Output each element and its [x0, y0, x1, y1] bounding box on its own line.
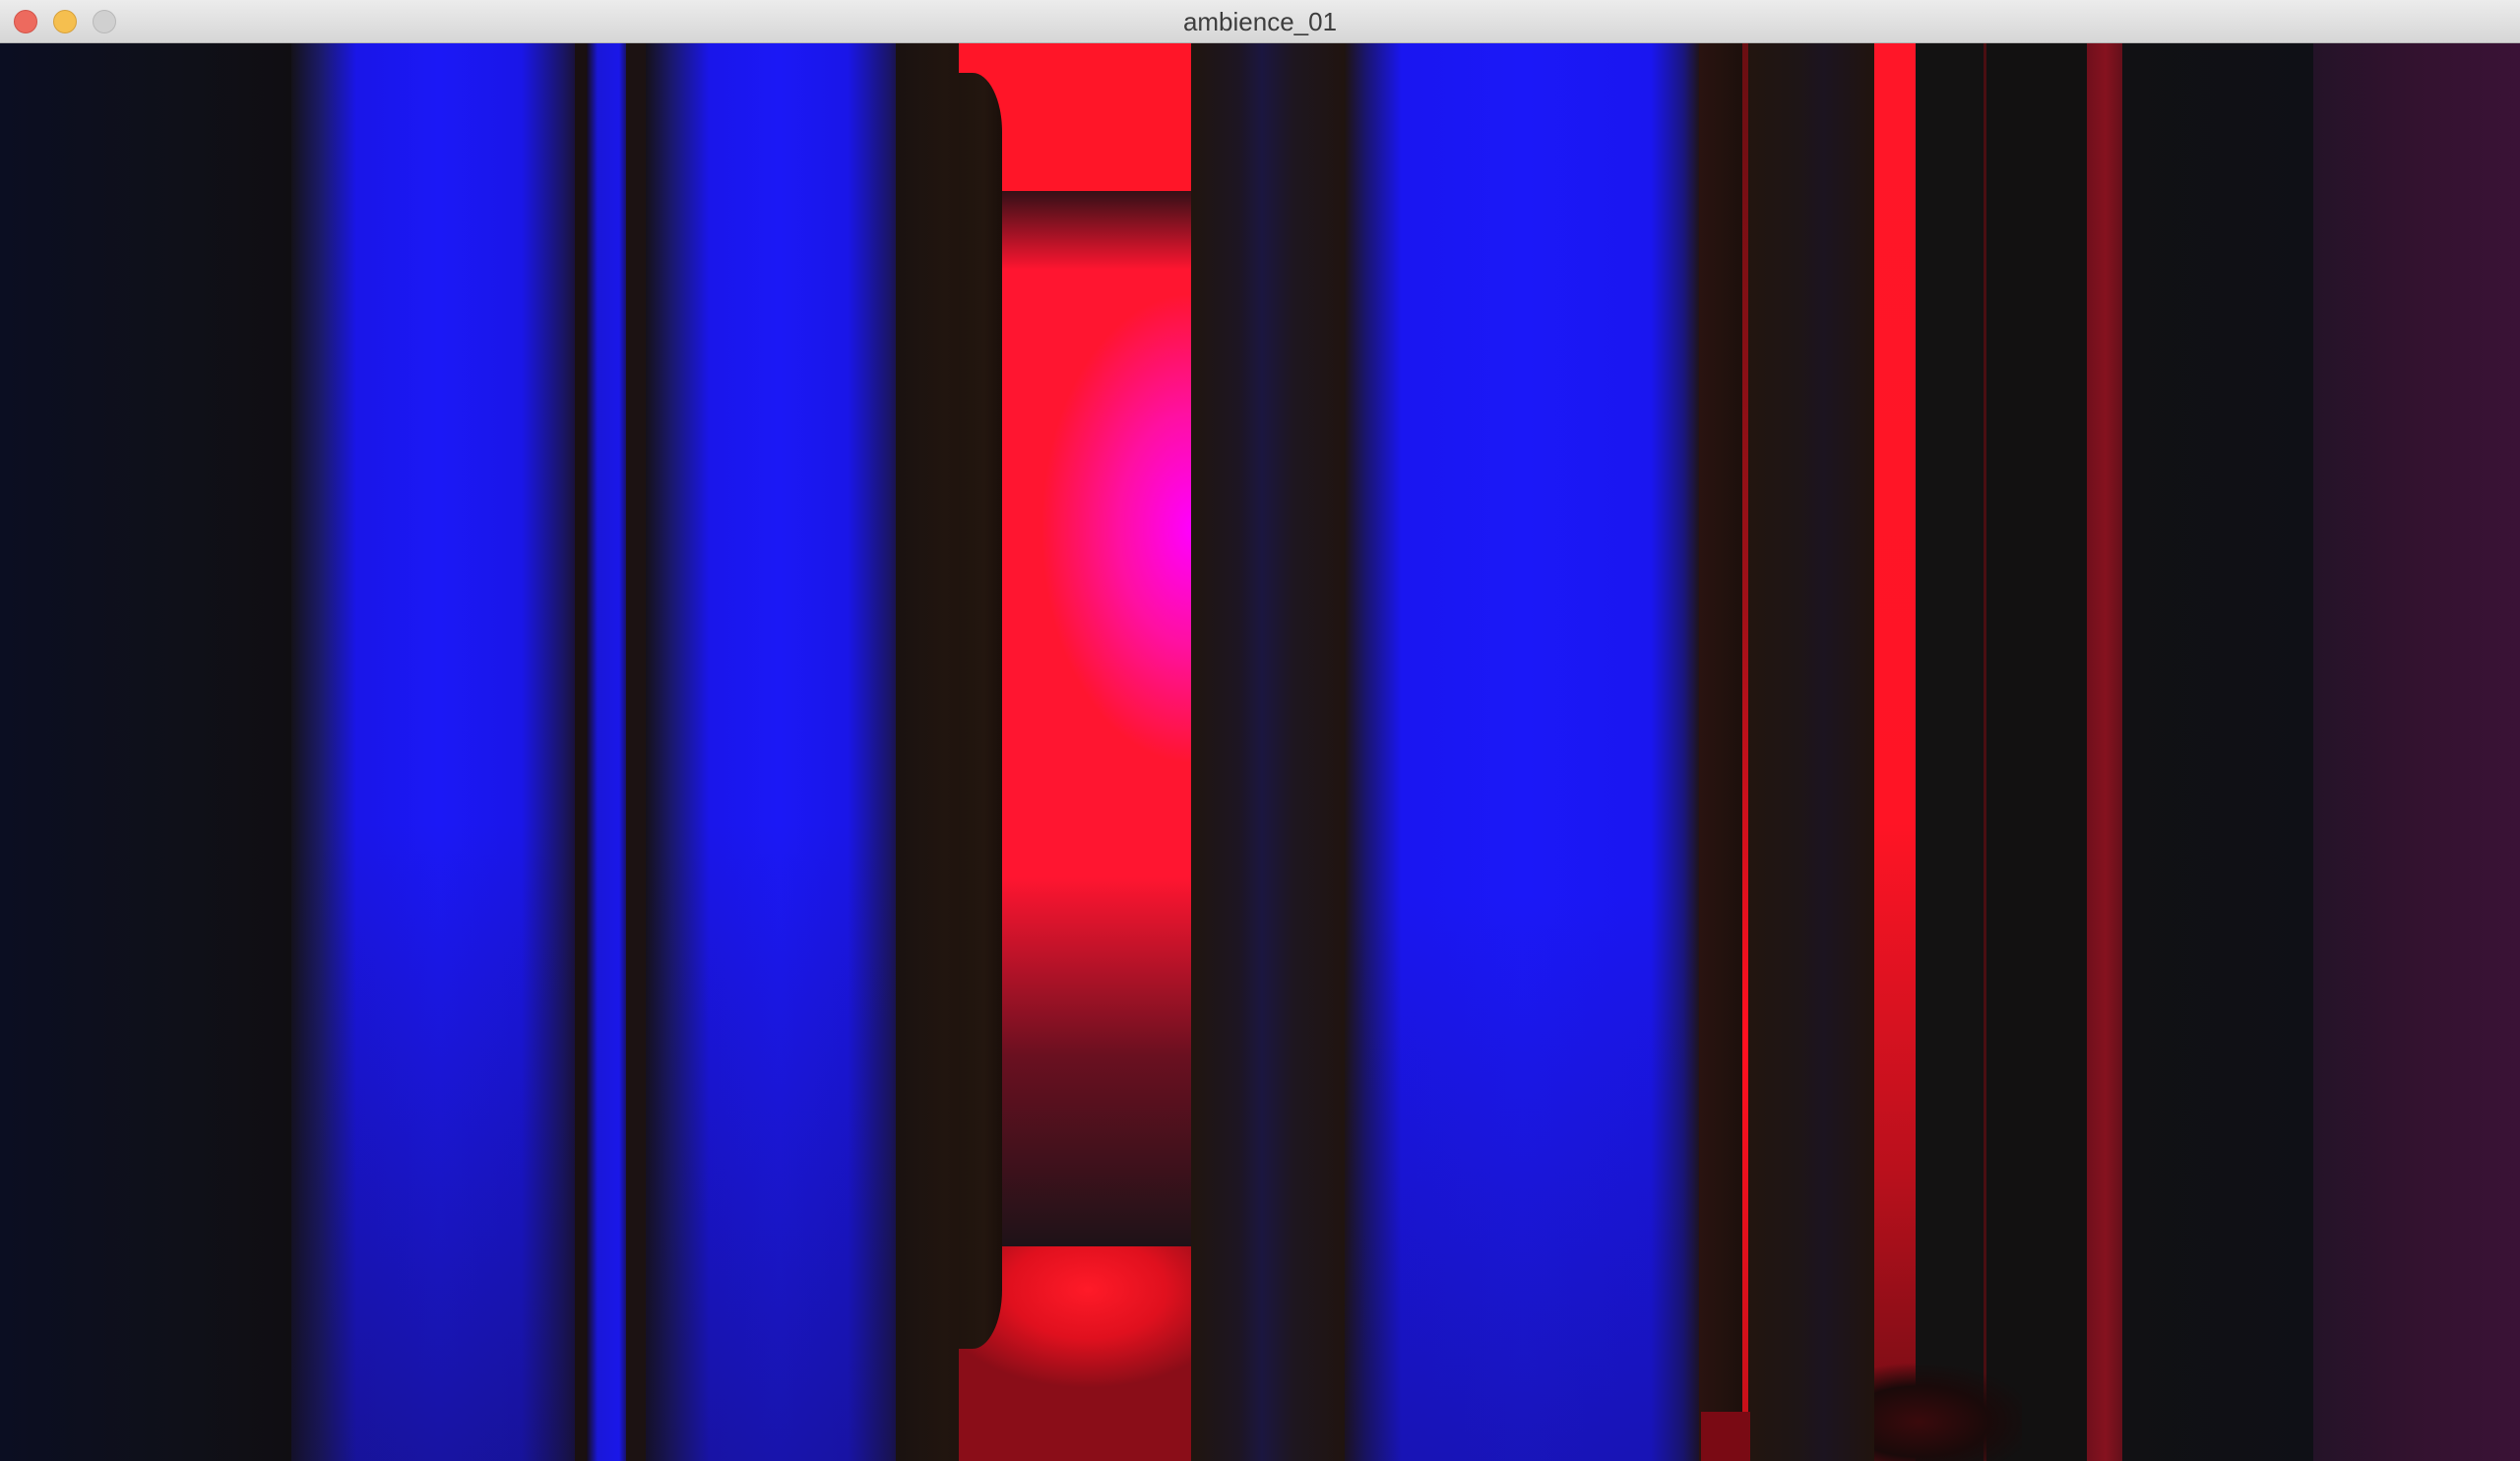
dark-pillar-d: [1748, 43, 1874, 1461]
background-wall-left: [0, 43, 295, 1461]
floor-shadow: [1874, 1363, 2022, 1461]
floor-red-patch: [1701, 1412, 1750, 1461]
dark-pillar-f: [1986, 43, 2087, 1461]
blue-pillar-2: [646, 43, 912, 1461]
magenta-glow-panel: [1000, 191, 1193, 1246]
red-panel: [1874, 43, 1916, 1461]
dark-pillar-c: [1699, 43, 1744, 1461]
dark-pillar-e: [1916, 43, 1984, 1461]
purple-wall: [2313, 43, 2520, 1461]
door-frame: [959, 73, 1002, 1349]
blue-pillar-1: [291, 43, 587, 1461]
dark-pillar-b: [1191, 43, 1349, 1461]
window-title: ambience_01: [1182, 7, 1338, 36]
maroon-strip: [2087, 43, 2124, 1461]
render-viewport[interactable]: [0, 43, 2520, 1461]
blue-strip: [587, 43, 630, 1461]
blue-pillar-3: [1345, 43, 1701, 1461]
background-wall-right: [2122, 43, 2315, 1461]
title-bar[interactable]: ambience_01: [0, 0, 2520, 43]
app-window: ambience_01: [0, 0, 2520, 1461]
